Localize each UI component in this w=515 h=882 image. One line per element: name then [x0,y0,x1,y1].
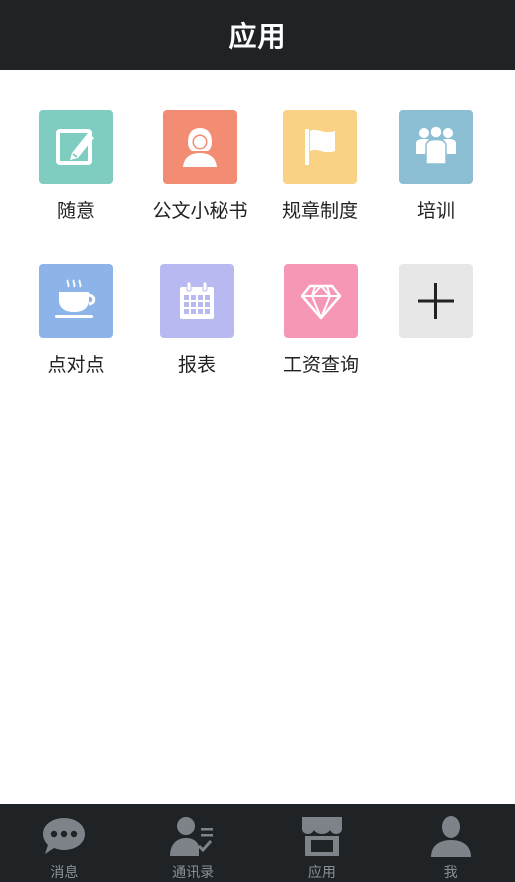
app-label: 工资查询 [282,354,359,376]
tab-apps[interactable]: 应用 [258,804,387,882]
app-tile-salary[interactable]: 工资查询 [266,264,376,377]
diamond-icon [284,264,358,338]
plus-icon [399,264,473,338]
secretary-icon [163,110,237,184]
tab-contacts[interactable]: 通讯录 [129,804,258,882]
app-tile-suiyi[interactable]: 随意 [21,110,131,223]
coffee-icon [39,264,113,338]
tab-label: 消息 [50,865,79,881]
edit-icon [39,110,113,184]
store-icon [298,814,346,858]
calendar-icon [160,264,234,338]
bottom-tab-bar: 消息 通讯录 应用 我 [0,804,515,882]
app-label: 随意 [56,200,95,222]
person-icon [427,814,475,858]
tab-label: 应用 [307,865,336,881]
app-header: 应用 [0,0,515,70]
group-icon [399,110,473,184]
tab-label: 我 [443,865,458,881]
tab-label: 通讯录 [172,865,215,881]
page-title: 应用 [228,20,287,53]
app-label: 培训 [416,200,455,222]
app-tile-regulations[interactable]: 规章制度 [265,110,375,223]
app-tile-p2p[interactable]: 点对点 [21,264,131,377]
contacts-icon [169,814,217,858]
app-label: 报表 [177,354,216,376]
app-label: 公文小秘书 [152,200,248,222]
flag-icon [283,110,357,184]
app-tile-training[interactable]: 培训 [381,110,491,223]
app-label: 点对点 [47,354,105,376]
app-label: 规章制度 [281,200,358,222]
tab-messages[interactable]: 消息 [0,804,129,882]
app-tile-secretary[interactable]: 公文小秘书 [145,110,255,223]
app-grid: 随意 公文小秘书 规章制度 培训 点对点 报表 工资查询 [0,70,515,804]
app-tile-reports[interactable]: 报表 [142,264,252,377]
tab-me[interactable]: 我 [386,804,515,882]
add-app-button[interactable] [381,264,491,338]
chat-bubble-icon [40,814,88,858]
